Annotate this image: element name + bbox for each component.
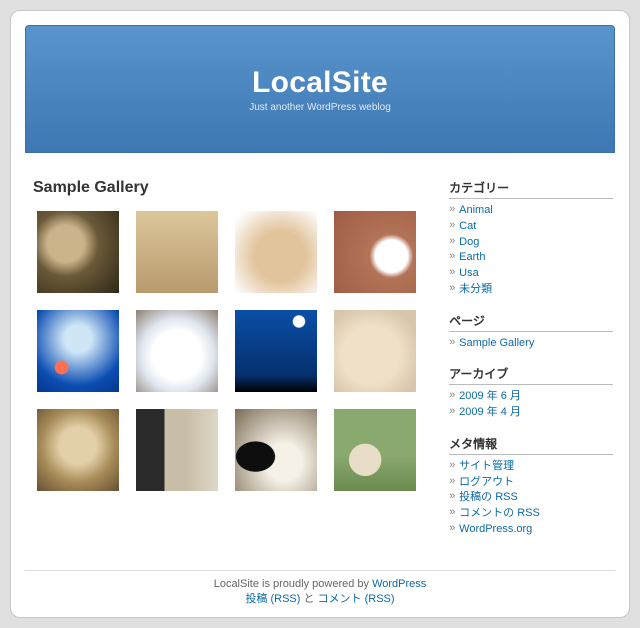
site-title[interactable]: LocalSite bbox=[252, 66, 388, 100]
list-item: ログアウト bbox=[449, 475, 613, 491]
content-column: Sample Gallery bbox=[27, 179, 439, 552]
thumb-polar-bear[interactable] bbox=[136, 310, 218, 392]
list-item: WordPress.org bbox=[449, 522, 613, 538]
sidebar-column: カテゴリー Animal Cat Dog Earth Usa 未分類ページ Sample Ga… bbox=[449, 179, 613, 552]
sidebar-link[interactable]: 2009 年 6 月 bbox=[459, 390, 521, 402]
widget-meta: メタ情報サイト管理ログアウト投稿の RSS コメントの RSS WordPress.… bbox=[449, 435, 613, 538]
list-item: サイト管理 bbox=[449, 459, 613, 475]
thumb-rabbit-white[interactable] bbox=[235, 211, 317, 293]
list-item: Sample Gallery bbox=[449, 336, 613, 352]
sidebar-link[interactable]: Cat bbox=[459, 220, 476, 232]
thumb-kitten[interactable] bbox=[334, 211, 416, 293]
gallery-grid bbox=[37, 211, 439, 491]
list-item: Animal bbox=[449, 203, 613, 219]
list-item: Earth bbox=[449, 250, 613, 266]
thumb-cat[interactable] bbox=[37, 211, 119, 293]
sidebar-link[interactable]: コメントの RSS bbox=[459, 507, 540, 519]
footer-link-comments-rss[interactable]: コメント (RSS) bbox=[318, 593, 395, 605]
sidebar-link[interactable]: サイト管理 bbox=[459, 460, 514, 472]
widget-list-meta: サイト管理ログアウト投稿の RSS コメントの RSS WordPress.org bbox=[449, 459, 613, 538]
thumb-dog-sniff[interactable] bbox=[136, 409, 218, 491]
widget-archives: アーカイブ 2009 年 6 月 2009 年 4 月 bbox=[449, 365, 613, 421]
sidebar-link[interactable]: 投稿の RSS bbox=[459, 491, 518, 503]
sidebar-link[interactable]: Dog bbox=[459, 236, 479, 248]
sidebar-link[interactable]: 2009 年 4 月 bbox=[459, 406, 521, 418]
list-item: 2009 年 6 月 bbox=[449, 389, 613, 405]
page-container: LocalSite Just another WordPress weblog … bbox=[10, 10, 630, 618]
list-item: Cat bbox=[449, 219, 613, 235]
main-body: Sample Gallery カテゴリー Animal Cat Dog Earth Usa… bbox=[25, 179, 615, 552]
widget-list-archives: 2009 年 6 月 2009 年 4 月 bbox=[449, 389, 613, 421]
thumb-rabbit[interactable] bbox=[136, 211, 218, 293]
widget-title-archives: アーカイブ bbox=[449, 365, 613, 385]
list-item: 投稿の RSS bbox=[449, 490, 613, 506]
sidebar-link[interactable]: ログアウト bbox=[459, 476, 514, 488]
thumb-dog-sit[interactable] bbox=[235, 409, 317, 491]
post-title[interactable]: Sample Gallery bbox=[33, 179, 439, 197]
sidebar-link[interactable]: Usa bbox=[459, 267, 479, 279]
thumb-fish[interactable] bbox=[37, 310, 119, 392]
footer-joiner: と bbox=[300, 593, 317, 605]
widget-title-meta: メタ情報 bbox=[449, 435, 613, 455]
list-item: 2009 年 4 月 bbox=[449, 405, 613, 421]
widget-list-categories: Animal Cat Dog Earth Usa 未分類 bbox=[449, 203, 613, 298]
footer-link-wordpress[interactable]: WordPress bbox=[372, 578, 426, 590]
footer-line-2: 投稿 (RSS) と コメント (RSS) bbox=[25, 592, 615, 607]
widget-categories: カテゴリー Animal Cat Dog Earth Usa 未分類 bbox=[449, 179, 613, 298]
thumb-cat-closeup[interactable] bbox=[37, 409, 119, 491]
widget-title-categories: カテゴリー bbox=[449, 179, 613, 199]
list-item: コメントの RSS bbox=[449, 506, 613, 522]
thumb-puppies[interactable] bbox=[334, 409, 416, 491]
site-tagline: Just another WordPress weblog bbox=[249, 102, 391, 113]
site-footer: LocalSite is proudly powered by WordPres… bbox=[25, 570, 615, 608]
thumb-sea[interactable] bbox=[235, 310, 317, 392]
list-item: 未分類 bbox=[449, 282, 613, 298]
footer-line-1: LocalSite is proudly powered by WordPres… bbox=[25, 577, 615, 592]
footer-link-posts-rss[interactable]: 投稿 (RSS) bbox=[245, 593, 300, 605]
list-item: Usa bbox=[449, 266, 613, 282]
sidebar-link[interactable]: WordPress.org bbox=[459, 523, 532, 535]
sidebar-link[interactable]: Sample Gallery bbox=[459, 337, 534, 349]
sidebar-link[interactable]: 未分類 bbox=[459, 283, 492, 295]
sidebar-link[interactable]: Earth bbox=[459, 251, 485, 263]
list-item: Dog bbox=[449, 235, 613, 251]
widget-title-pages: ページ bbox=[449, 312, 613, 332]
sidebar-link[interactable]: Animal bbox=[459, 204, 493, 216]
widget-pages: ページ Sample Gallery bbox=[449, 312, 613, 352]
site-header: LocalSite Just another WordPress weblog bbox=[25, 25, 615, 153]
footer-text: LocalSite is proudly powered by bbox=[214, 578, 372, 590]
widget-list-pages: Sample Gallery bbox=[449, 336, 613, 352]
thumb-rabbit-sleep[interactable] bbox=[334, 310, 416, 392]
